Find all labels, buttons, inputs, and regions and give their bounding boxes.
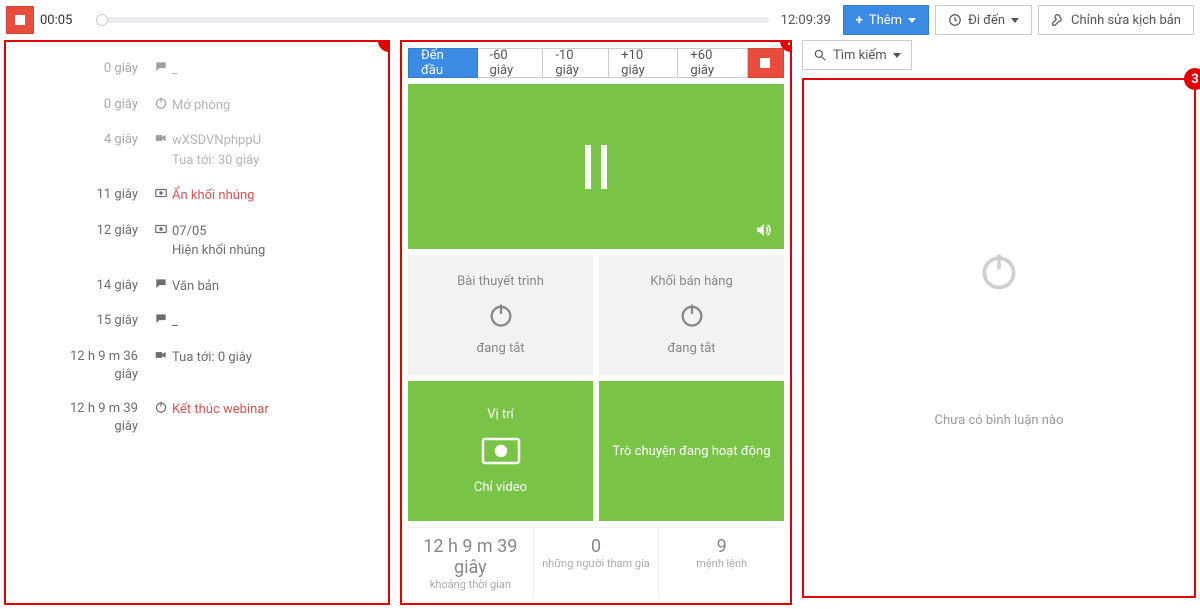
speech-icon xyxy=(150,312,172,326)
timeline-row[interactable]: 4 giây wXSDVNphppUTua tới: 30 giây xyxy=(10,123,384,178)
camera-icon xyxy=(480,436,522,466)
camera-icon xyxy=(150,348,172,362)
timeline-time: 15 giây xyxy=(10,312,150,330)
stat-duration: 12 h 9 m 39 giây khoảng thời gian xyxy=(408,528,534,599)
stat-participants-value: 0 xyxy=(534,536,659,557)
topbar: 00:05 12:09:39 + Thêm Đi đến Chỉnh sửa k… xyxy=(0,0,1200,40)
panel-player: 2 Đến đầu -60 giây -10 giây +10 giây +60… xyxy=(400,40,792,605)
stat-commands: 9 mệnh lệnh xyxy=(659,528,784,599)
chevron-down-icon xyxy=(1011,18,1019,23)
progress-slider[interactable] xyxy=(96,17,769,23)
timeline-time: 11 giây xyxy=(10,186,150,204)
card-sales-title: Khối bán hàng xyxy=(650,274,733,289)
stat-commands-label: mệnh lệnh xyxy=(659,557,784,570)
search-button[interactable]: Tìm kiếm xyxy=(802,40,912,70)
edit-script-button[interactable]: Chỉnh sửa kịch bản xyxy=(1038,5,1194,35)
timeline-text: Ẩn khối nhúng xyxy=(172,186,374,206)
wrench-icon xyxy=(1051,13,1065,27)
stat-participants: 0 những người tham gia xyxy=(534,528,660,599)
timeline-text: Tua tới: 0 giây xyxy=(172,348,374,368)
timeline-row[interactable]: 12 giây 07/05Hiện khối nhúng xyxy=(10,214,384,269)
power-icon xyxy=(678,301,706,329)
card-sales-state: đang tắt xyxy=(667,341,715,356)
timeline-text: wXSDVNphppUTua tới: 30 giây xyxy=(172,131,374,170)
empty-comments-text: Chưa có bình luận nào xyxy=(935,413,1064,428)
panel-badge-3: 3 xyxy=(1184,68,1200,90)
stat-participants-label: những người tham gia xyxy=(534,557,659,570)
seek-toolbar: Đến đầu -60 giây -10 giây +10 giây +60 g… xyxy=(408,48,784,78)
timeline-text: _ xyxy=(172,312,374,332)
add-button[interactable]: + Thêm xyxy=(843,5,929,35)
power-icon xyxy=(150,96,172,110)
card-sales[interactable]: Khối bán hàng đang tắt xyxy=(599,255,784,375)
edit-script-label: Chỉnh sửa kịch bản xyxy=(1071,13,1181,28)
timeline-text: Văn bản xyxy=(172,277,374,297)
timeline-row[interactable]: 0 giây _ xyxy=(10,52,384,88)
stat-duration-label: khoảng thời gian xyxy=(408,578,533,591)
volume-icon[interactable] xyxy=(754,221,772,239)
embed-icon xyxy=(150,222,172,236)
timeline-time: 12 h 9 m 36giây xyxy=(10,348,150,384)
timeline-row[interactable]: 0 giây Mở phòng xyxy=(10,88,384,124)
timeline-text: Kết thúc webinar xyxy=(172,400,374,420)
video-pause-button[interactable] xyxy=(408,84,784,249)
timeline-row[interactable]: 11 giây Ẩn khối nhúng xyxy=(10,178,384,214)
stats-row: 12 h 9 m 39 giây khoảng thời gian 0 nhữn… xyxy=(408,527,784,599)
panel-timeline: 1 0 giây _ 0 giây Mở phòng 4 giây wXSDVNphppU… xyxy=(4,40,390,605)
chevron-down-icon xyxy=(893,53,901,58)
total-time: 12:09:39 xyxy=(775,13,837,28)
record-stop-button[interactable] xyxy=(6,6,34,34)
timeline-time: 14 giây xyxy=(10,277,150,295)
card-presentation-state: đang tắt xyxy=(476,341,524,356)
add-label: Thêm xyxy=(869,13,902,28)
speech-icon xyxy=(150,277,172,291)
camera-icon xyxy=(150,131,172,145)
stat-duration-value: 12 h 9 m 39 giây xyxy=(408,536,533,578)
card-chat[interactable]: Trò chuyện đang hoạt động xyxy=(599,381,784,521)
card-position-title: Vị trí xyxy=(487,407,514,422)
clock-icon xyxy=(948,13,962,27)
card-presentation-title: Bài thuyết trình xyxy=(457,274,544,289)
seek-plus-60-button[interactable]: +60 giây xyxy=(678,48,747,78)
timeline-row[interactable]: 15 giây _ xyxy=(10,304,384,340)
timeline-text: 07/05Hiện khối nhúng xyxy=(172,222,374,261)
timeline-time: 4 giây xyxy=(10,131,150,149)
power-icon xyxy=(977,249,1021,293)
embed-icon xyxy=(150,186,172,200)
timeline-text: _ xyxy=(172,60,374,80)
seek-minus-60-button[interactable]: -60 giây xyxy=(478,48,544,78)
elapsed-time: 00:05 xyxy=(40,13,90,28)
power-icon xyxy=(150,400,172,414)
panel-comments: 3 Chưa có bình luận nào xyxy=(802,78,1196,598)
seek-minus-10-button[interactable]: -10 giây xyxy=(543,48,609,78)
power-icon xyxy=(487,301,515,329)
goto-button[interactable]: Đi đến xyxy=(935,5,1032,35)
panel-badge-1: 1 xyxy=(378,40,390,52)
chevron-down-icon xyxy=(908,18,916,23)
seek-plus-10-button[interactable]: +10 giây xyxy=(609,48,678,78)
timeline-time: 12 giây xyxy=(10,222,150,240)
card-presentation[interactable]: Bài thuyết trình đang tắt xyxy=(408,255,593,375)
search-label: Tìm kiếm xyxy=(833,48,887,63)
seek-to-start-button[interactable]: Đến đầu xyxy=(408,48,478,78)
timeline-time: 0 giây xyxy=(10,60,150,78)
seek-stop-button[interactable] xyxy=(748,48,784,78)
timeline-row[interactable]: 12 h 9 m 39giây Kết thúc webinar xyxy=(10,392,384,444)
timeline-row[interactable]: 14 giây Văn bản xyxy=(10,269,384,305)
card-position[interactable]: Vị trí Chỉ video xyxy=(408,381,593,521)
timeline-text: Mở phòng xyxy=(172,96,374,116)
timeline-time: 0 giây xyxy=(10,96,150,114)
panel-comments-wrap: Tìm kiếm 3 Chưa có bình luận nào xyxy=(802,40,1196,605)
progress-knob[interactable] xyxy=(96,14,108,26)
timeline-row[interactable]: 12 h 9 m 36giây Tua tới: 0 giây xyxy=(10,340,384,392)
stat-commands-value: 9 xyxy=(659,536,784,557)
timeline-time: 12 h 9 m 39giây xyxy=(10,400,150,436)
pause-icon xyxy=(585,145,607,189)
card-position-state: Chỉ video xyxy=(474,480,527,495)
speech-icon xyxy=(150,60,172,74)
goto-label: Đi đến xyxy=(968,13,1005,28)
card-chat-state: Trò chuyện đang hoạt động xyxy=(602,444,780,459)
search-icon xyxy=(813,48,827,62)
